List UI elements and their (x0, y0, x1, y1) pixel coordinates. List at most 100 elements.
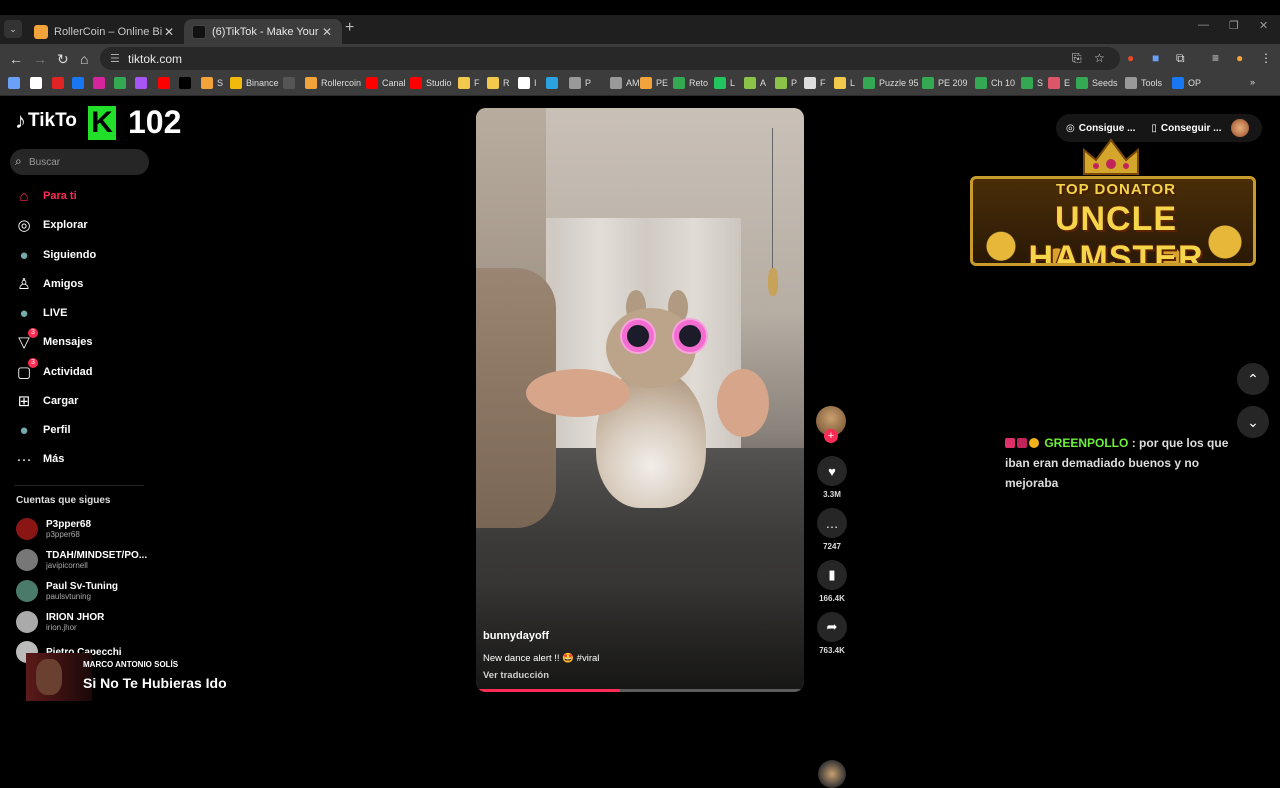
bookmark-item[interactable]: P (775, 77, 797, 89)
bookmark-item[interactable]: S (201, 77, 223, 89)
bookmark-item[interactable] (135, 77, 151, 89)
user-avatar[interactable] (1231, 119, 1250, 137)
lamp (768, 268, 778, 296)
profile-icon[interactable]: ● (1236, 51, 1243, 65)
bookmark-item[interactable] (158, 77, 174, 89)
bookmark-item[interactable]: I (518, 77, 537, 89)
nav-item-mensajes[interactable]: ▽ 3 Mensajes (14, 328, 93, 353)
menu-kebab-icon[interactable]: ⋮ (1260, 51, 1272, 65)
bookmark-item[interactable]: Reto (673, 77, 708, 89)
music-disc-icon[interactable] (818, 760, 846, 788)
tiktok-logo[interactable]: ♪ TikTo (15, 108, 77, 134)
tab-search-button[interactable]: ⌄ (4, 20, 22, 38)
share-action[interactable]: ➦ 763.4K (817, 612, 847, 655)
bookmark-item[interactable]: S (1021, 77, 1043, 89)
follow-plus-icon[interactable]: + (824, 429, 838, 443)
bookmark-item[interactable]: PE 209 (922, 77, 968, 89)
following-account[interactable]: TDAH/MINDSET/PO... javipicornell (16, 549, 147, 571)
bookmark-item[interactable] (179, 77, 195, 89)
extension-fox-icon[interactable]: ● (1127, 51, 1134, 65)
close-tab-icon[interactable]: ✕ (320, 25, 334, 39)
previous-video-button[interactable]: ⌃ (1237, 363, 1269, 395)
extensions-puzzle-icon[interactable]: ⧉ (1176, 51, 1185, 66)
home-icon[interactable]: ⌂ (80, 51, 88, 67)
nav-item-perfil[interactable]: ● Perfil (14, 419, 70, 441)
reload-icon[interactable]: ↻ (57, 51, 69, 68)
bookmark-favicon-icon (230, 77, 242, 89)
bookmark-item[interactable]: PE (640, 77, 668, 89)
nav-item-amigos[interactable]: ♙ Amigos (14, 273, 83, 295)
nav-item-para-ti[interactable]: ⌂ Para ti (14, 185, 76, 207)
nav-item-actividad[interactable]: ▢ 3 Actividad (14, 358, 93, 383)
bookmark-item[interactable]: A (744, 77, 766, 89)
bookmark-item[interactable] (52, 77, 68, 89)
minimize-icon[interactable]: — (1198, 19, 1209, 31)
media-icon[interactable]: ≡ (1212, 51, 1219, 65)
bookmark-item[interactable]: Puzzle 95 (863, 77, 919, 89)
close-window-icon[interactable]: ✕ (1259, 19, 1268, 32)
back-icon[interactable]: ← (9, 51, 23, 67)
bookmark-item[interactable]: Studio (410, 77, 452, 89)
bookmark-item[interactable]: L (714, 77, 735, 89)
tab-tiktok[interactable]: (6)TikTok - Make Your Day ✕ (184, 19, 342, 44)
share-icon[interactable]: ➦ (817, 612, 847, 642)
following-account[interactable]: IRION JHOR irion.jhor (16, 611, 104, 633)
like-action[interactable]: ♥ 3.3M (817, 456, 847, 499)
extension-shield-icon[interactable]: ■ (1152, 51, 1159, 65)
bookmark-star-icon[interactable]: ☆ (1094, 51, 1105, 65)
bookmark-item[interactable]: E (1048, 77, 1070, 89)
bookmark-item[interactable]: P (569, 77, 591, 89)
bookmark-item[interactable]: Tools (1125, 77, 1162, 89)
bookmark-item[interactable]: L (834, 77, 855, 89)
following-account[interactable]: P3pper68 p3pper68 (16, 518, 91, 540)
restore-icon[interactable]: ❐ (1229, 19, 1239, 32)
nav-item-siguiendo[interactable]: ● Siguiendo (14, 244, 96, 266)
bookmark-item[interactable] (8, 77, 24, 89)
next-video-button[interactable]: ⌄ (1237, 406, 1269, 438)
bookmarks-overflow-icon[interactable]: » (1250, 77, 1255, 87)
comment-icon[interactable]: … (817, 508, 847, 538)
video-username[interactable]: bunnydayoff (483, 630, 549, 642)
bookmark-item[interactable]: Binance (230, 77, 279, 89)
bookmark-item[interactable] (546, 77, 562, 89)
new-tab-icon[interactable]: + (345, 19, 354, 37)
forward-icon[interactable]: → (33, 51, 47, 67)
nav-item-live[interactable]: ● LIVE (14, 302, 67, 324)
tab-rollercoin[interactable]: RollerCoin – Online Bitcoin Mi ✕ (26, 19, 184, 44)
bookmark-item[interactable]: F (458, 77, 480, 89)
comment-action[interactable]: … 7247 (817, 508, 847, 551)
bookmark-favicon-icon (179, 77, 191, 89)
nav-item-más[interactable]: ··· Más (14, 448, 65, 470)
bookmark-item[interactable] (72, 77, 88, 89)
save-action[interactable]: ▮ 166.4K (817, 560, 847, 603)
get-app-button[interactable]: ▯ Conseguir ... (1151, 123, 1221, 134)
nav-item-explorar[interactable]: ◎ Explorar (14, 214, 87, 236)
search-input[interactable] (29, 153, 139, 171)
bookmark-item[interactable]: OP (1172, 77, 1201, 89)
bookmark-item[interactable]: Canal (366, 77, 406, 89)
heart-icon[interactable]: ♥ (817, 456, 847, 486)
install-app-icon[interactable]: ⎘ (1072, 51, 1082, 66)
nav-item-cargar[interactable]: ⊞ Cargar (14, 390, 79, 412)
omnibox[interactable]: ☰ tiktok.com (100, 47, 1120, 70)
bookmark-item[interactable] (30, 77, 46, 89)
bookmark-item[interactable]: F (804, 77, 826, 89)
translate-link[interactable]: Ver traducción (483, 670, 549, 681)
bookmark-item[interactable]: R (487, 77, 510, 89)
bookmark-item[interactable]: Seeds (1076, 77, 1118, 89)
close-tab-icon[interactable]: ✕ (162, 25, 176, 39)
site-info-icon[interactable]: ☰ (110, 52, 120, 65)
bookmark-item[interactable]: Rollercoin (305, 77, 361, 89)
following-account[interactable]: Paul Sv-Tuning paulsvtuning (16, 580, 118, 602)
get-coins-button[interactable]: ◎ Consigue ... (1066, 123, 1135, 134)
bookmark-item[interactable] (93, 77, 109, 89)
bookmark-item[interactable]: Ch 10 (975, 77, 1015, 89)
account-name: Paul Sv-Tuning (46, 581, 119, 592)
bookmark-item[interactable]: AM (610, 77, 640, 89)
bookmark-favicon-icon (201, 77, 213, 89)
bookmark-item[interactable] (283, 77, 299, 89)
bookmark-icon[interactable]: ▮ (817, 560, 847, 590)
video-player[interactable]: bunnydayoff New dance alert !! 🤩 #viral … (476, 108, 804, 692)
save-count: 166.4K (819, 594, 845, 603)
bookmark-item[interactable] (114, 77, 130, 89)
